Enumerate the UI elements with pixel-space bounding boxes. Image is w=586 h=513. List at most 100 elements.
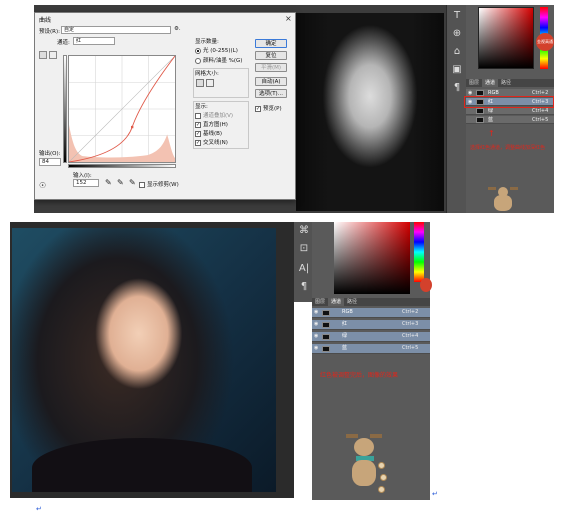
smooth-button[interactable]: 平滑(M) [255,63,287,72]
curves-dialog: 曲线 × 预设(R): 自定 ⚙. 通道: 红 输出(O): 84 输入(I):… [34,12,296,200]
color-picker-field[interactable] [478,7,534,69]
channel-select[interactable]: 红 [73,37,115,45]
pigment-radio[interactable]: 颜料/油墨 %(G) [195,56,242,64]
type-tool-icon[interactable]: T [450,9,464,23]
show-clipping-label: 显示修剪(W) [147,182,179,188]
tab-paths[interactable]: 路径 [344,298,360,306]
input-gradient-bar [68,164,176,168]
options-button[interactable]: 选项(T)... [255,89,287,98]
target-adjust-icon[interactable]: ☉ [39,181,46,190]
bottom-screenshot: ⌘ ⊡ A| ¶ 图层 通道 路径 ◉ RGB Ctrl+2 ◉ 红 Ctrl+3 … [10,222,432,500]
channel-name: 蓝 [342,345,348,351]
preview-checkbox[interactable]: ✓ 预览(P) [255,104,282,112]
channel-shortcut: Ctrl+2 [402,309,419,315]
right-panel: 金视高通 图层 通道 路径 ◉ RGB Ctrl+2 ◉ 红 Ctrl+3 绿 Ct… [464,5,554,213]
target-tool-icon[interactable]: ⊕ [450,27,464,41]
show-option-checkbox[interactable]: 通道叠加(V) [195,111,233,120]
command-tool-icon[interactable]: ⌘ [297,224,311,238]
light-option-label: 光 (0-255)(L) [203,48,238,54]
channel-thumbnail [322,310,330,316]
crop-tool-icon[interactable]: ⊡ [297,242,311,256]
close-icon[interactable]: × [285,14,292,23]
white-eyedropper-icon[interactable]: ✎ [129,178,136,187]
input-field[interactable]: 152 [73,179,99,187]
channel-row-green[interactable]: ◉ 绿 Ctrl+4 [312,332,430,342]
show-option-label: 通道叠加(V) [203,113,234,119]
show-option-checkbox[interactable]: ✓ 基线(B) [195,129,233,138]
grid-fine-icon[interactable] [206,79,214,87]
color-picker-field[interactable] [334,222,410,294]
curves-graph[interactable] [68,55,176,163]
gray-eyedropper-icon[interactable]: ✎ [117,178,124,187]
output-label: 输出(O): [39,151,61,157]
auto-button[interactable]: 自动(A) [255,77,287,86]
channel-shortcut: Ctrl+5 [532,117,549,123]
preset-select[interactable]: 自定 [61,26,171,34]
channel-thumbnail [476,108,484,114]
channel-shortcut: Ctrl+4 [402,333,419,339]
channel-thumbnail [322,346,330,352]
portrait-color-image [12,228,276,492]
deer-mascot-image [486,187,520,213]
brand-badge-icon [420,278,432,292]
eye-icon[interactable]: ◉ [314,332,320,340]
reset-button[interactable]: 复位 [255,51,287,60]
channel-row-red[interactable]: ◉ 红 Ctrl+3 [312,320,430,330]
show-option-checkbox[interactable]: ✓ 直方图(H) [195,120,233,129]
light-radio[interactable]: 光 (0-255)(L) [195,46,238,54]
tab-layers[interactable]: 图层 [466,79,482,87]
channel-row-rgb[interactable]: ◉ RGB Ctrl+2 [312,308,430,318]
channel-row-blue[interactable]: ◉ 蓝 Ctrl+5 [312,344,430,354]
hue-slider[interactable] [414,222,424,282]
ok-button[interactable]: 确定 [255,39,287,48]
tab-paths[interactable]: 路径 [498,79,514,87]
home-tool-icon[interactable]: ⌂ [450,45,464,59]
channel-name: 蓝 [488,117,494,123]
annotation-note: 选择红色通道，调整曲线加深红色 [470,145,546,151]
pencil-mode-icon[interactable] [49,51,57,59]
paragraph-mark: ↵ [432,490,438,498]
preset-menu-icon[interactable]: ⚙. [174,26,181,32]
show-option-checkbox[interactable]: ✓ 交叉线(N) [195,138,233,147]
dialog-title: 曲线 [39,17,52,24]
eye-icon[interactable]: ◉ [314,308,320,316]
grid-size-title: 网格大小: [195,71,219,77]
channel-label: 通道: [57,40,70,46]
brand-badge: 金视高通 [536,33,554,51]
channel-thumbnail [322,322,330,328]
output-field[interactable]: 84 [39,158,61,166]
shoulders-shape [32,438,252,492]
eye-icon[interactable] [468,107,474,115]
annotation-note: 红色被调整完后，图像的效果 [320,372,399,379]
panel-tabs: 图层 通道 路径 [312,298,430,306]
paragraph-tool-icon[interactable]: ¶ [450,81,464,95]
eye-icon[interactable]: ◉ [314,344,320,352]
output-gradient-bar [63,55,67,163]
channel-name: RGB [342,309,353,315]
right-panel: 图层 通道 路径 ◉ RGB Ctrl+2 ◉ 红 Ctrl+3 ◉ 绿 Ctrl+… [312,222,432,500]
top-screenshot: T ⊕ ⌂ ▣ ¶ 金视高通 图层 通道 路径 ◉ RGB Ctrl+2 ◉ 红 C… [34,5,554,213]
channel-name: 红 [342,321,348,327]
tab-layers[interactable]: 图层 [312,298,328,306]
paragraph-mark: ↵ [36,505,42,513]
channel-row-blue[interactable]: 蓝 Ctrl+5 [466,116,554,124]
preset-label: 预设(R): [39,29,60,35]
point-mode-icon[interactable] [39,51,47,59]
show-clipping-checkbox[interactable]: 显示修剪(W) [139,180,179,188]
panel-tabs: 图层 通道 路径 [466,79,554,87]
show-option-label: 基线(B) [203,131,223,137]
tab-channels[interactable]: 通道 [482,79,499,87]
eye-icon[interactable]: ◉ [314,320,320,328]
black-eyedropper-icon[interactable]: ✎ [105,178,112,187]
text-tool-icon[interactable]: A| [297,262,311,276]
tab-channels[interactable]: 通道 [328,298,345,306]
tool-strip: ⌘ ⊡ A| ¶ [294,222,312,302]
paragraph-tool-icon[interactable]: ¶ [297,280,311,294]
frame-tool-icon[interactable]: ▣ [450,63,464,77]
channel-row-green[interactable]: 绿 Ctrl+4 [466,107,554,115]
eye-icon[interactable] [468,116,474,124]
pigment-option-label: 颜料/油墨 %(G) [203,58,243,64]
grid-coarse-icon[interactable] [196,79,204,87]
show-option-label: 交叉线(N) [203,140,228,146]
channel-name: 绿 [342,333,348,339]
